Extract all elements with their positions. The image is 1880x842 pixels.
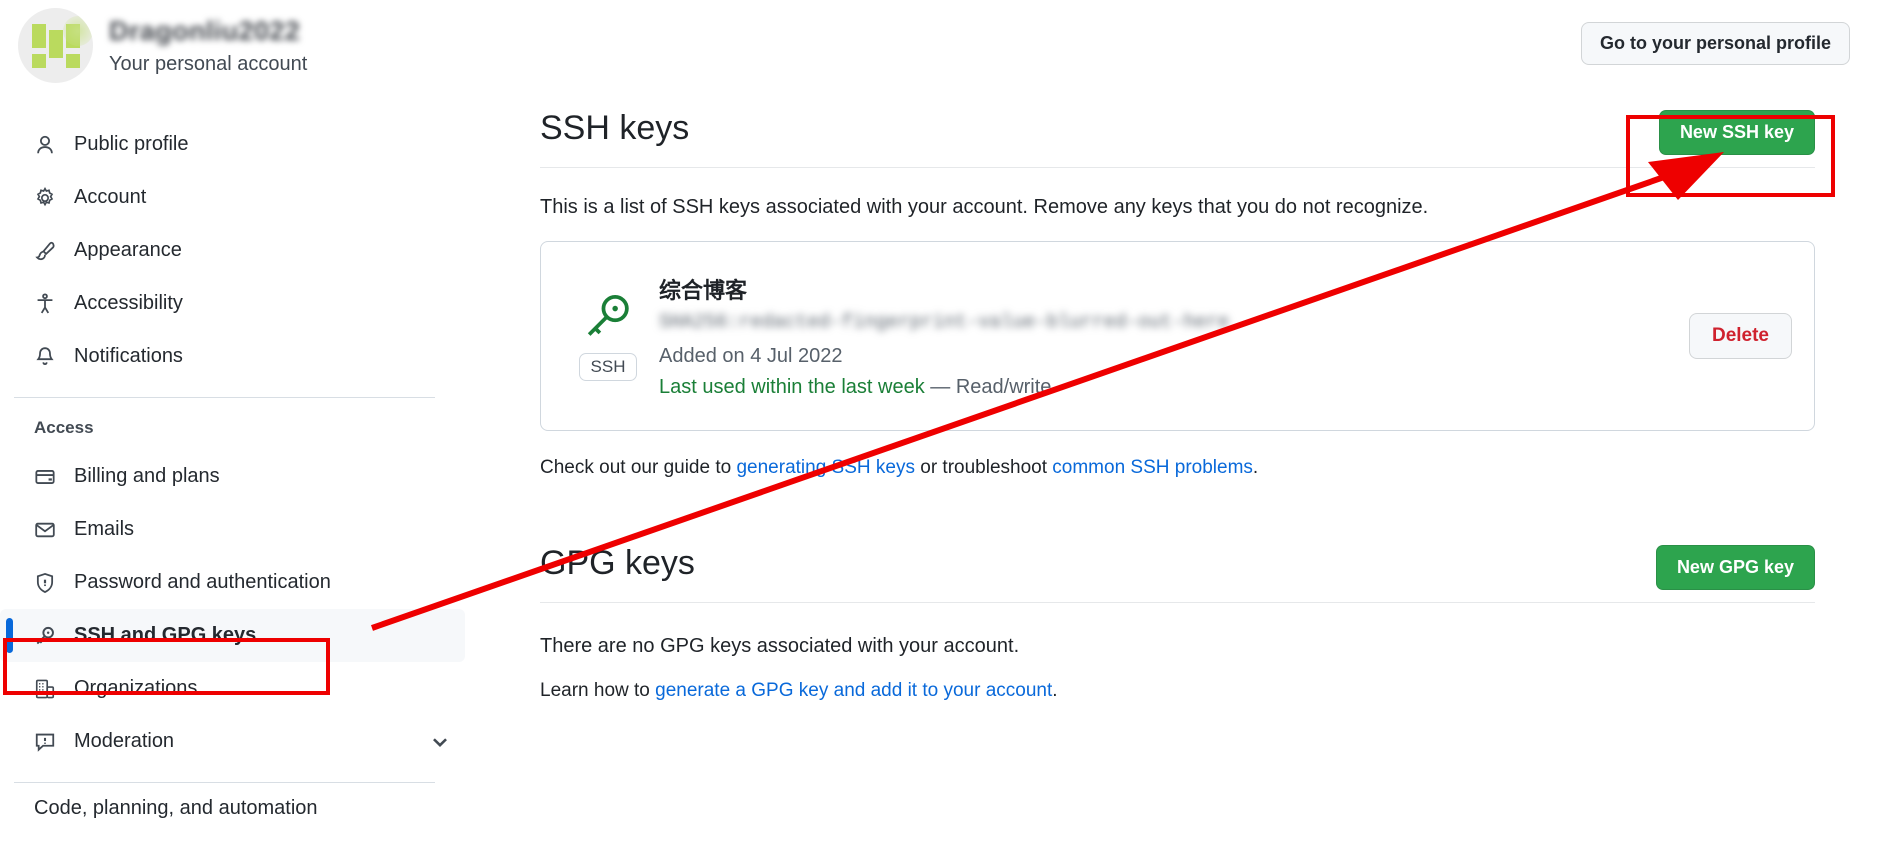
ssh-guide-text: Check out our guide to generating SSH ke… <box>540 457 1815 479</box>
gpg-empty-message: There are no GPG keys associated with yo… <box>540 635 1020 657</box>
person-icon <box>34 134 56 156</box>
sidebar-item-password-and-authentication[interactable]: Password and authentication <box>0 556 465 609</box>
chevron-down-icon[interactable] <box>429 731 451 753</box>
ssh-key-row: SSH 综合博客 SHA256:redacted-fingerprint-val… <box>540 241 1815 431</box>
new-gpg-key-button[interactable]: New GPG key <box>1655 545 1815 590</box>
shield-lock-icon <box>34 572 56 594</box>
settings-sidebar: Public profile Account Appearance Access… <box>0 118 465 820</box>
new-ssh-key-button[interactable]: New SSH key <box>1658 110 1815 155</box>
gpg-learn-text: Learn how to generate a GPG key and add … <box>540 680 1815 702</box>
sidebar-item-appearance[interactable]: Appearance <box>0 224 465 277</box>
sidebar-item-emails[interactable]: Emails <box>0 503 465 556</box>
ssh-keys-title: SSH keys <box>540 109 690 147</box>
sidebar-item-organizations[interactable]: Organizations <box>0 662 465 715</box>
sidebar-item-label: Emails <box>74 518 135 540</box>
ssh-keys-header: SSH keys New SSH key <box>540 109 1815 168</box>
credit-card-icon <box>34 466 56 488</box>
sidebar-item-billing-and-plans[interactable]: Billing and plans <box>0 450 465 503</box>
go-to-personal-profile-button[interactable]: Go to your personal profile <box>1580 22 1850 65</box>
sidebar-item-account[interactable]: Account <box>0 171 465 224</box>
identicon-avatar <box>18 8 93 83</box>
gpg-keys-title: GPG keys <box>540 544 695 582</box>
sidebar-item-label: Accessibility <box>74 292 183 314</box>
accessibility-icon <box>34 292 56 315</box>
bell-icon <box>34 346 56 368</box>
gear-icon <box>34 186 56 209</box>
guide-middle: or troubleshoot <box>914 457 1053 478</box>
learn-prefix: Learn how to <box>540 680 656 701</box>
key-icon <box>582 291 634 343</box>
sidebar-item-label: Account <box>74 186 147 208</box>
sidebar-item-notifications[interactable]: Notifications <box>0 330 465 383</box>
ssh-badge: SSH <box>578 353 638 381</box>
guide-suffix: . <box>1252 457 1259 478</box>
ssh-key-fingerprint: SHA256:redacted-fingerprint-value-blurre… <box>659 311 1230 333</box>
sidebar-section-access: Access <box>34 418 94 437</box>
account-header: Dragonliu2022 Your personal account <box>18 8 307 83</box>
sidebar-item-ssh-and-gpg-keys[interactable]: SSH and GPG keys <box>0 609 465 662</box>
sidebar-item-label: Billing and plans <box>74 465 220 487</box>
paintbrush-icon <box>34 240 56 262</box>
sidebar-item-moderation[interactable]: Moderation <box>0 715 465 768</box>
sidebar-item-public-profile[interactable]: Public profile <box>0 118 465 171</box>
key-icon <box>34 625 56 647</box>
sidebar-item-label: Password and authentication <box>74 571 331 593</box>
sidebar-item-cut-off[interactable]: Code, planning, and automation <box>0 797 465 820</box>
sidebar-item-label: Appearance <box>74 239 182 261</box>
sidebar-item-label: Notifications <box>74 345 183 367</box>
common-ssh-problems-link[interactable]: common SSH problems <box>1052 457 1253 478</box>
ssh-key-added-date: Added on 4 Jul 2022 <box>659 345 843 367</box>
organization-icon <box>34 678 56 700</box>
account-username: Dragonliu2022 <box>109 15 301 46</box>
mail-icon <box>34 519 56 541</box>
main-content: SSH keys New SSH key This is a list of S… <box>540 109 1815 721</box>
learn-suffix: . <box>1052 680 1058 701</box>
sidebar-item-label: Organizations <box>74 677 198 699</box>
ssh-key-last-used-text: Last used within the last week <box>659 376 925 398</box>
ssh-key-permission: — Read/write <box>930 376 1052 398</box>
report-icon <box>34 731 56 753</box>
delete-ssh-key-button[interactable]: Delete <box>1688 313 1792 359</box>
guide-prefix: Check out our guide to <box>540 457 737 478</box>
generate-gpg-key-link[interactable]: generate a GPG key and add it to your ac… <box>655 680 1052 701</box>
generating-ssh-keys-link[interactable]: generating SSH keys <box>736 457 915 478</box>
ssh-key-name: 综合博客 <box>659 278 748 303</box>
ssh-keys-description: This is a list of SSH keys associated wi… <box>540 196 1429 218</box>
ssh-key-last-used: Last used within the last week — Read/wr… <box>659 376 1671 399</box>
sidebar-divider <box>14 397 435 398</box>
sidebar-item-label: Moderation <box>74 730 175 752</box>
sidebar-item-accessibility[interactable]: Accessibility <box>0 277 465 330</box>
gpg-keys-header: GPG keys New GPG key <box>540 544 1815 603</box>
account-subtitle: Your personal account <box>109 52 308 75</box>
sidebar-divider-bottom <box>14 782 435 783</box>
sidebar-item-label: Public profile <box>74 133 189 155</box>
sidebar-item-label: SSH and GPG keys <box>74 624 257 646</box>
